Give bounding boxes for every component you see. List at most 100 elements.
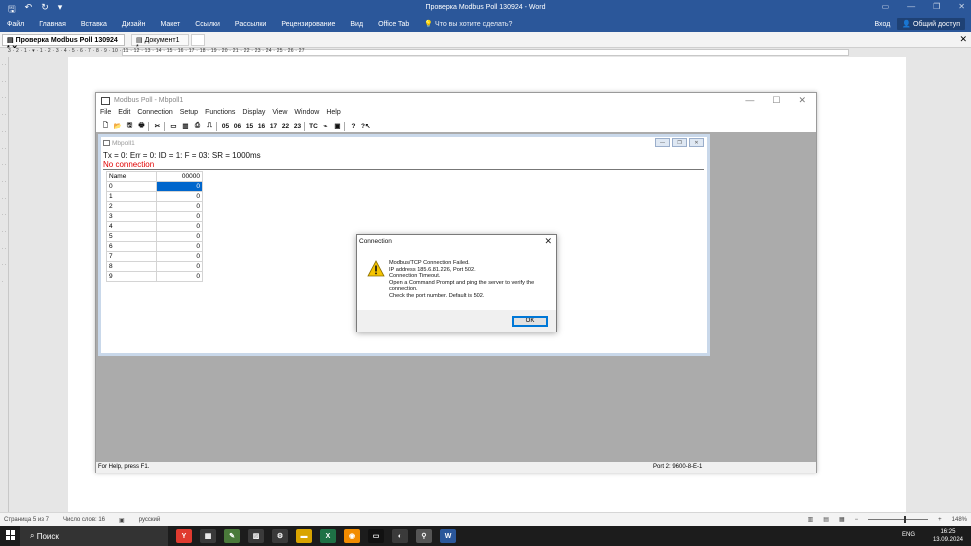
fc-05-button[interactable]: 05 bbox=[220, 121, 231, 132]
ribbon-tab-insert[interactable]: Вставка bbox=[81, 21, 107, 28]
fc-15-button[interactable]: 15 bbox=[244, 121, 255, 132]
terminal-icon[interactable]: ▭ bbox=[368, 529, 384, 543]
notepad-icon[interactable]: ✎ bbox=[224, 529, 240, 543]
window-icon[interactable]: ▭ bbox=[168, 121, 179, 132]
sign-in-link[interactable]: Вход bbox=[874, 21, 890, 28]
menu-setup[interactable]: Setup bbox=[180, 109, 198, 120]
doc-tab-active[interactable]: ▤ Проверка Modbus Poll 130924 * ✕ bbox=[2, 34, 125, 52]
zoom-in-icon[interactable]: + bbox=[938, 517, 942, 523]
open-icon[interactable]: 📂 bbox=[112, 121, 123, 132]
save-icon[interactable]: 🖫 bbox=[124, 121, 135, 132]
step-icon[interactable]: ⎍ bbox=[204, 121, 215, 132]
register-value[interactable]: 0 bbox=[156, 241, 203, 252]
register-value[interactable]: 0 bbox=[156, 221, 203, 232]
app-icon[interactable]: ◉ bbox=[344, 529, 360, 543]
register-value[interactable]: 0 bbox=[156, 231, 203, 242]
tell-me-input[interactable]: Что вы хотите сделать? bbox=[435, 21, 512, 28]
ribbon-tab-home[interactable]: Главная bbox=[39, 21, 66, 28]
close-icon[interactable]: ✕ bbox=[689, 138, 704, 147]
about-icon[interactable]: ? bbox=[348, 121, 359, 132]
modbus-poll-taskbar-icon[interactable]: ⚲ bbox=[416, 529, 432, 543]
calculator-icon[interactable]: ▦ bbox=[200, 529, 216, 543]
clock[interactable]: 16:25 13.09.2024 bbox=[933, 528, 963, 544]
read-mode-icon[interactable]: ▥ bbox=[808, 516, 814, 523]
pause-icon[interactable]: ▥ bbox=[180, 121, 191, 132]
ribbon-tab-file[interactable]: Файл bbox=[7, 21, 24, 28]
fc-23-button[interactable]: 23 bbox=[292, 121, 303, 132]
photos-icon[interactable]: ▨ bbox=[248, 529, 264, 543]
word-count[interactable]: Число слов: 16 bbox=[63, 517, 105, 524]
close-icon[interactable]: ✕ bbox=[798, 95, 806, 106]
row-index[interactable]: 4 bbox=[106, 221, 157, 232]
print-icon[interactable]: 🖶 bbox=[136, 121, 147, 132]
excel-icon[interactable]: X bbox=[320, 529, 336, 543]
new-icon[interactable]: 🗋 bbox=[100, 121, 111, 132]
remote-desktop-icon[interactable]: ◐ bbox=[392, 529, 408, 543]
minimize-icon[interactable]: — bbox=[655, 138, 670, 147]
signal-icon[interactable]: ⌁ bbox=[320, 121, 331, 132]
menu-edit[interactable]: Edit bbox=[118, 109, 130, 120]
print-layout-icon[interactable]: ▤ bbox=[823, 516, 829, 523]
row-index[interactable]: 1 bbox=[106, 191, 157, 202]
web-layout-icon[interactable]: ▦ bbox=[839, 516, 845, 523]
ribbon-tab-view[interactable]: Вид bbox=[350, 21, 363, 28]
menu-view[interactable]: View bbox=[272, 109, 287, 120]
row-index[interactable]: 5 bbox=[106, 231, 157, 242]
ribbon-tab-review[interactable]: Рецензирование bbox=[281, 21, 335, 28]
row-index[interactable]: 3 bbox=[106, 211, 157, 222]
disconnect-icon[interactable]: ✂ bbox=[152, 121, 163, 132]
settings-icon[interactable]: ⚙ bbox=[272, 529, 288, 543]
zoom-thumb[interactable] bbox=[904, 516, 907, 523]
ok-button[interactable]: OK bbox=[512, 316, 548, 327]
share-button[interactable]: 👤 Общий доступ bbox=[897, 18, 965, 30]
fc-22-button[interactable]: 22 bbox=[280, 121, 291, 132]
windows-start-icon[interactable] bbox=[6, 530, 16, 540]
minimize-icon[interactable]: — bbox=[745, 95, 754, 106]
ribbon-tab-mailings[interactable]: Рассылки bbox=[235, 21, 266, 28]
close-icon[interactable]: ✕ bbox=[544, 236, 552, 247]
menu-connection[interactable]: Connection bbox=[137, 109, 172, 120]
new-tab-button[interactable] bbox=[191, 34, 205, 46]
ribbon-tab-layout[interactable]: Макет bbox=[160, 21, 180, 28]
register-value[interactable]: 0 bbox=[156, 201, 203, 212]
language[interactable]: русский bbox=[139, 517, 161, 524]
help-pointer-icon[interactable]: ?↖ bbox=[360, 121, 371, 132]
proofing-icon[interactable]: ▣ bbox=[119, 517, 125, 524]
zoom-level[interactable]: 148% bbox=[952, 517, 967, 523]
taskbar-search[interactable]: ⌕ Поиск bbox=[20, 526, 168, 546]
close-icon[interactable]: ✕ bbox=[958, 2, 965, 11]
ribbon-display-icon[interactable]: ▭ bbox=[882, 2, 890, 11]
menu-file[interactable]: File bbox=[100, 109, 111, 120]
fc-06-button[interactable]: 06 bbox=[232, 121, 243, 132]
zoom-slider[interactable] bbox=[868, 516, 929, 523]
row-index[interactable]: 6 bbox=[106, 241, 157, 252]
menu-display[interactable]: Display bbox=[242, 109, 265, 120]
input-language[interactable]: ENG bbox=[902, 532, 915, 538]
close-document-icon[interactable]: ✕ bbox=[959, 34, 967, 45]
fc-17-button[interactable]: 17 bbox=[268, 121, 279, 132]
test-center-button[interactable]: TC bbox=[308, 121, 319, 132]
register-value[interactable]: 0 bbox=[156, 211, 203, 222]
communication-icon[interactable]: ▣ bbox=[332, 121, 343, 132]
doc-tab-other[interactable]: ▤ Документ1 * bbox=[131, 34, 189, 51]
file-explorer-icon[interactable]: ▬ bbox=[296, 529, 312, 543]
restore-icon[interactable]: ❐ bbox=[672, 138, 687, 147]
maximize-icon[interactable]: ☐ bbox=[772, 95, 780, 106]
page-count[interactable]: Страница 5 из 7 bbox=[4, 517, 49, 524]
restore-icon[interactable]: ❐ bbox=[933, 2, 940, 11]
zoom-out-icon[interactable]: − bbox=[855, 517, 859, 523]
ribbon-tab-office-tab[interactable]: Office Tab bbox=[378, 21, 409, 28]
minimize-icon[interactable]: — bbox=[907, 2, 915, 11]
word-icon[interactable]: W bbox=[440, 529, 456, 543]
ribbon-tab-references[interactable]: Ссылки bbox=[195, 21, 220, 28]
register-value[interactable]: 0 bbox=[156, 191, 203, 202]
ribbon-tab-design[interactable]: Дизайн bbox=[122, 21, 146, 28]
row-index[interactable]: 2 bbox=[106, 201, 157, 212]
register-value[interactable]: 0 bbox=[156, 271, 203, 282]
menu-functions[interactable]: Functions bbox=[205, 109, 235, 120]
menu-help[interactable]: Help bbox=[326, 109, 340, 120]
row-index[interactable]: 8 bbox=[106, 261, 157, 272]
row-index[interactable]: 0 bbox=[106, 181, 157, 192]
row-index[interactable]: 7 bbox=[106, 251, 157, 262]
register-value[interactable]: 0 bbox=[156, 251, 203, 262]
